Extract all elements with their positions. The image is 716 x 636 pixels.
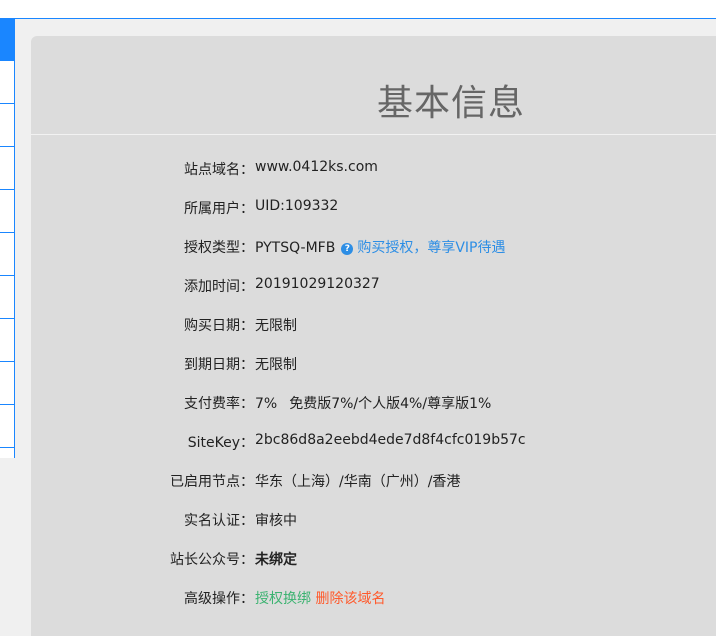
wechat-label: 站长公众号： (170, 552, 254, 568)
fee-detail: 免费版7%/个人版4%/尊享版1% (289, 396, 492, 412)
nodes-label: 已启用节点： (170, 474, 254, 490)
delete-domain-link[interactable]: 删除该域名 (315, 591, 385, 607)
realname-label: 实名认证： (184, 513, 254, 529)
user-link[interactable]: UID:109332 (255, 198, 338, 214)
info-row-expire-date: 到期日期： 无限制 (31, 344, 716, 383)
nodes-value: 华东（上海）/华南（广州）/香港 (255, 474, 461, 490)
expire-date-value: 无限制 (255, 357, 297, 373)
info-row-sitekey: SiteKey： 2bc86d8a2eebd4ede7d8f4cfc019b57… (31, 422, 716, 461)
wechat-status[interactable]: 未绑定 (255, 549, 297, 569)
domain-link[interactable]: www.0412ks.com (255, 159, 378, 175)
info-row-realname: 实名认证： 审核中 (31, 500, 716, 539)
expire-date-label: 到期日期： (184, 357, 254, 373)
realname-status[interactable]: 审核中 (255, 510, 297, 530)
fee-value-group: 7% 免费版7%/个人版4%/尊享版1% (255, 393, 491, 413)
info-row-domain: 站点域名： www.0412ks.com (31, 149, 716, 188)
buy-date-label: 购买日期： (184, 318, 254, 334)
sidebar-item[interactable] (0, 18, 14, 61)
info-row-user: 所属用户： UID:109332 (31, 188, 716, 227)
license-type: PYTSQ-MFB (255, 240, 336, 256)
sidebar-item[interactable] (0, 319, 14, 362)
sidebar-item[interactable] (0, 362, 14, 405)
buy-date-value: 无限制 (255, 318, 297, 334)
added-label: 添加时间： (184, 279, 254, 295)
sidebar-item[interactable] (0, 104, 14, 147)
advanced-label: 高级操作： (184, 591, 254, 607)
sidebar-item[interactable] (0, 190, 14, 233)
info-row-buy-date: 购买日期： 无限制 (31, 305, 716, 344)
info-row-fee: 支付费率： 7% 免费版7%/个人版4%/尊享版1% (31, 383, 716, 422)
fee-rate: 7% (255, 396, 278, 412)
user-label: 所属用户： (184, 201, 254, 217)
advanced-actions: 授权换绑 删除该域名 (255, 588, 385, 608)
sitekey-label: SiteKey： (187, 435, 254, 451)
info-row-advanced: 高级操作： 授权换绑 删除该域名 (31, 578, 716, 617)
rebind-license-link[interactable]: 授权换绑 (255, 591, 311, 607)
info-row-license: 授权类型： PYTSQ-MFB? 购买授权，尊享VIP待遇 (31, 227, 716, 266)
top-bar (0, 0, 716, 19)
help-icon[interactable]: ? (341, 243, 354, 255)
license-label: 授权类型： (184, 240, 254, 256)
info-row-nodes: 已启用节点： 华东（上海）/华南（广州）/香港 (31, 461, 716, 500)
info-row-added: 添加时间： 20191029120327 (31, 266, 716, 305)
info-list: 站点域名： www.0412ks.com 所属用户： UID:109332 授权… (31, 149, 716, 617)
info-panel: 基本信息 站点域名： www.0412ks.com 所属用户： UID:1093… (31, 36, 716, 636)
license-value-group: PYTSQ-MFB? 购买授权，尊享VIP待遇 (255, 237, 505, 257)
panel-header: 基本信息 (31, 36, 716, 135)
sidebar-item[interactable] (0, 147, 14, 190)
sitekey-value: 2bc86d8a2eebd4ede7d8f4cfc019b57c (255, 432, 526, 448)
sidebar (0, 18, 15, 458)
page-title: 基本信息 (377, 83, 526, 124)
sidebar-item[interactable] (0, 61, 14, 104)
info-row-wechat: 站长公众号： 未绑定 (31, 539, 716, 578)
added-value: 20191029120327 (255, 276, 380, 292)
fee-label: 支付费率： (184, 396, 254, 412)
domain-label: 站点域名： (184, 162, 254, 178)
sidebar-item[interactable] (0, 276, 14, 319)
sidebar-item[interactable] (0, 233, 14, 276)
sidebar-item[interactable] (0, 405, 14, 448)
buy-license-link[interactable]: 购买授权，尊享VIP待遇 (357, 240, 505, 256)
